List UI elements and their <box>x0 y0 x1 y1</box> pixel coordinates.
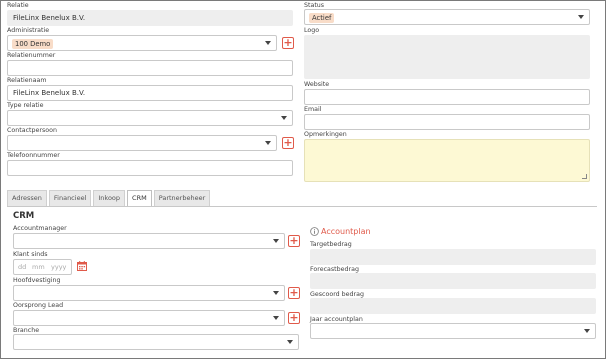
opmerkingen-label: Opmerkingen <box>304 131 347 138</box>
email-label: Email <box>304 106 322 113</box>
tab-bar: Adressen Financieel Inkoop CRM Partnerbe… <box>7 190 212 206</box>
forecastbedrag-field <box>310 273 596 289</box>
relatie-value: FileLinx Benelux B.V. <box>13 14 86 22</box>
chevron-down-icon <box>273 291 279 295</box>
logo-upload-area[interactable] <box>304 35 590 79</box>
add-contactpersoon-button[interactable]: + <box>282 137 294 149</box>
date-day-placeholder: dd <box>18 263 27 271</box>
tab-financieel[interactable]: Financieel <box>48 190 92 206</box>
hoofdvestiging-select[interactable] <box>13 285 285 301</box>
gescoord-bedrag-field <box>310 298 596 314</box>
tab-partnerbeheer[interactable]: Partnerbeheer <box>153 190 211 206</box>
administratie-select[interactable]: 100 Demo <box>7 35 277 51</box>
chevron-down-icon <box>265 41 271 45</box>
tab-crm[interactable]: CRM <box>127 190 152 206</box>
accountmanager-select[interactable] <box>13 233 285 249</box>
klant-sinds-date-input[interactable]: dd mm yyyy <box>13 259 72 275</box>
email-input[interactable] <box>304 114 590 130</box>
chevron-down-icon <box>287 340 293 344</box>
oorsprong-lead-select[interactable] <box>13 310 285 326</box>
klant-sinds-label: Klant sinds <box>13 251 48 258</box>
opmerkingen-textarea[interactable] <box>304 139 590 182</box>
website-input[interactable] <box>304 89 590 105</box>
add-administratie-button[interactable]: + <box>282 37 294 49</box>
type-relatie-label: Type relatie <box>7 102 44 109</box>
date-month-placeholder: mm <box>32 263 45 271</box>
calendar-icon[interactable] <box>77 261 87 271</box>
accountmanager-label: Accountmanager <box>13 225 67 232</box>
tab-adressen[interactable]: Adressen <box>7 190 47 206</box>
relatienummer-label: Relatienummer <box>7 52 56 59</box>
chevron-down-icon <box>273 239 279 243</box>
add-oorsprong-lead-button[interactable]: + <box>288 312 300 324</box>
status-select[interactable]: Actief <box>304 9 590 25</box>
tab-divider <box>7 206 597 207</box>
logo-label: Logo <box>304 27 320 34</box>
targetbedrag-label: Targetbedrag <box>310 241 352 248</box>
relatienummer-input[interactable] <box>7 60 293 76</box>
contactpersoon-select[interactable] <box>7 135 277 151</box>
chevron-down-icon <box>281 116 287 120</box>
date-year-placeholder: yyyy <box>51 263 67 271</box>
website-label: Website <box>304 81 330 88</box>
info-icon <box>310 227 319 236</box>
relatienaam-value: FileLinx Benelux B.V. <box>13 89 86 97</box>
relatienaam-label: Relatienaam <box>7 77 47 84</box>
tab-inkoop[interactable]: Inkoop <box>93 190 126 206</box>
targetbedrag-field <box>310 249 596 265</box>
status-chip: Actief <box>309 13 335 23</box>
crm-title: CRM <box>13 211 35 221</box>
chevron-down-icon <box>584 329 590 333</box>
telefoonnummer-input[interactable] <box>7 160 293 176</box>
administratie-label: Administratie <box>7 27 50 34</box>
telefoonnummer-label: Telefoonnummer <box>7 152 60 159</box>
hoofdvestiging-label: Hoofdvestiging <box>13 277 61 284</box>
branche-select[interactable] <box>13 334 299 350</box>
relatie-label: Relatie <box>7 2 29 9</box>
resize-grip-icon[interactable] <box>582 174 587 179</box>
type-relatie-select[interactable] <box>7 110 293 126</box>
oorsprong-lead-label: Oorsprong Lead <box>13 302 64 309</box>
relatienaam-input[interactable]: FileLinx Benelux B.V. <box>7 85 293 101</box>
administratie-chip: 100 Demo <box>12 39 54 49</box>
relatie-field: FileLinx Benelux B.V. <box>7 10 293 26</box>
accountplan-title: Accountplan <box>321 227 371 236</box>
chevron-down-icon <box>578 15 584 19</box>
jaar-accountplan-select[interactable] <box>310 323 596 339</box>
contactpersoon-label: Contactpersoon <box>7 127 57 134</box>
chevron-down-icon <box>265 141 271 145</box>
chevron-down-icon <box>273 316 279 320</box>
add-hoofdvestiging-button[interactable]: + <box>288 287 300 299</box>
add-accountmanager-button[interactable]: + <box>288 235 300 247</box>
